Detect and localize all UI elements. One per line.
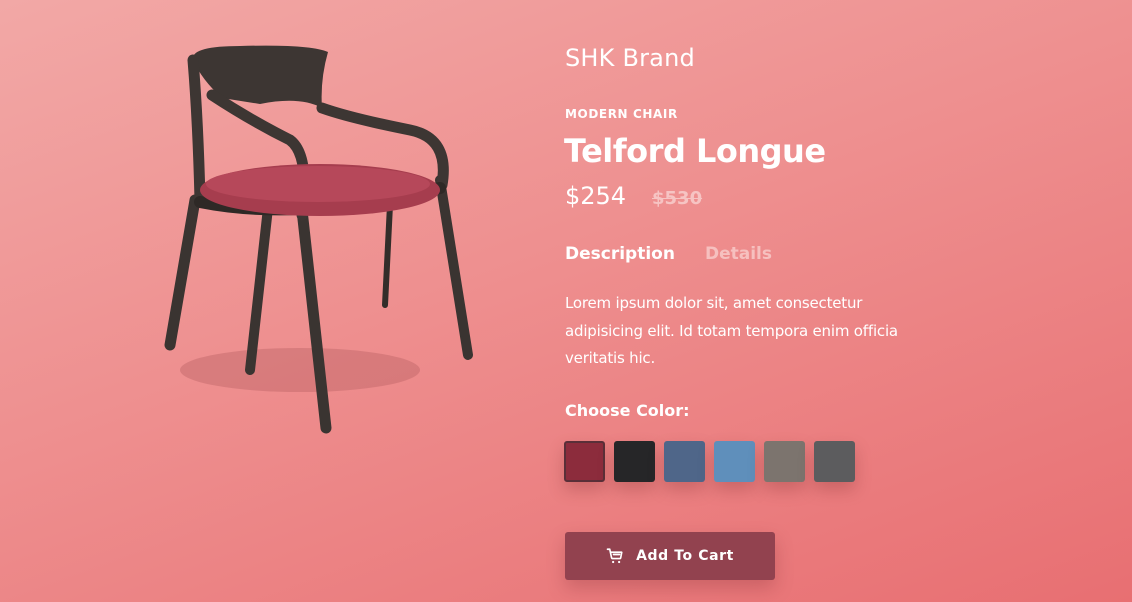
product-description: Lorem ipsum dolor sit, amet consectetur … bbox=[565, 294, 898, 367]
product-image bbox=[150, 40, 490, 440]
color-swatch-light-blue[interactable] bbox=[714, 441, 755, 482]
color-swatches bbox=[564, 441, 855, 482]
product-tabs: Description Details bbox=[565, 244, 772, 264]
brand-name: SHK Brand bbox=[565, 44, 695, 72]
color-swatch-gray[interactable] bbox=[814, 441, 855, 482]
color-swatch-black[interactable] bbox=[614, 441, 655, 482]
cart-icon bbox=[606, 547, 624, 565]
product-title: Telford Longue bbox=[564, 132, 826, 170]
current-price: $254 bbox=[565, 182, 627, 210]
product-category: MODERN CHAIR bbox=[565, 107, 678, 121]
add-to-cart-label: Add To Cart bbox=[636, 548, 734, 564]
tab-description[interactable]: Description bbox=[565, 244, 675, 264]
color-swatch-navy[interactable] bbox=[664, 441, 705, 482]
old-price: $530 bbox=[652, 188, 703, 209]
color-swatch-taupe[interactable] bbox=[764, 441, 805, 482]
color-swatch-burgundy[interactable] bbox=[564, 441, 605, 482]
tab-details[interactable]: Details bbox=[705, 244, 772, 264]
add-to-cart-button[interactable]: Add To Cart bbox=[565, 532, 775, 580]
choose-color-label: Choose Color: bbox=[565, 401, 690, 420]
